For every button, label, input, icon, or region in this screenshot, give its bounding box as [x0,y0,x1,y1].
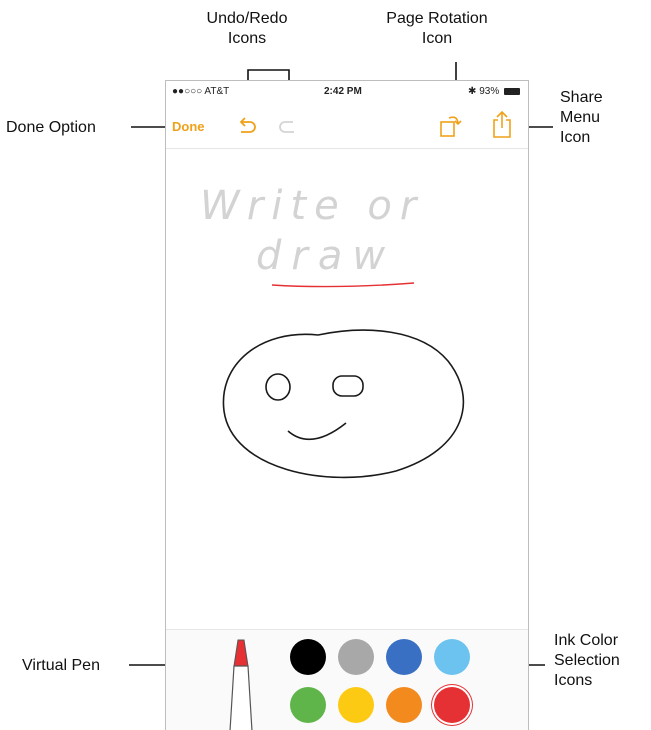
red-underline-stroke [271,282,415,288]
ink-color-red[interactable] [434,687,470,723]
ink-color-yellow[interactable] [338,687,374,723]
redo-icon[interactable] [277,117,299,142]
battery-icon [504,87,520,95]
ink-palette [166,629,528,730]
handwriting-line2: draw [256,233,395,279]
ink-color-orange[interactable] [386,687,422,723]
ink-color-black[interactable] [290,639,326,675]
battery-indicator: ✱ 93% [468,86,520,97]
done-button[interactable]: Done [172,119,205,134]
share-icon[interactable] [491,109,513,144]
toolbar: Done [166,103,528,149]
ink-color-light-blue[interactable] [434,639,470,675]
ink-color-green[interactable] [290,687,326,723]
right-eye-stroke [332,375,364,397]
phone-screen: ●●○○○ AT&T 2:42 PM ✱ 93% Done Write or d… [165,80,529,730]
ink-color-gray[interactable] [338,639,374,675]
status-bar: ●●○○○ AT&T 2:42 PM ✱ 93% [166,81,528,103]
status-time: 2:42 PM [324,86,362,97]
drawing-canvas[interactable]: Write or draw [166,149,528,629]
handwriting-line1: Write or [200,183,424,229]
drawing-strokes: Write or draw [200,183,465,479]
undo-icon[interactable] [236,117,258,142]
carrier-label: ●●○○○ AT&T [172,86,230,97]
left-eye-stroke [265,373,291,401]
virtual-pen[interactable] [226,636,256,730]
face-outline-stroke [222,329,465,479]
bluetooth-icon: ✱ [468,86,480,97]
battery-percent: 93% [479,86,500,97]
ink-color-blue[interactable] [386,639,422,675]
smile-stroke [287,422,347,441]
page-rotation-icon[interactable] [438,111,464,144]
